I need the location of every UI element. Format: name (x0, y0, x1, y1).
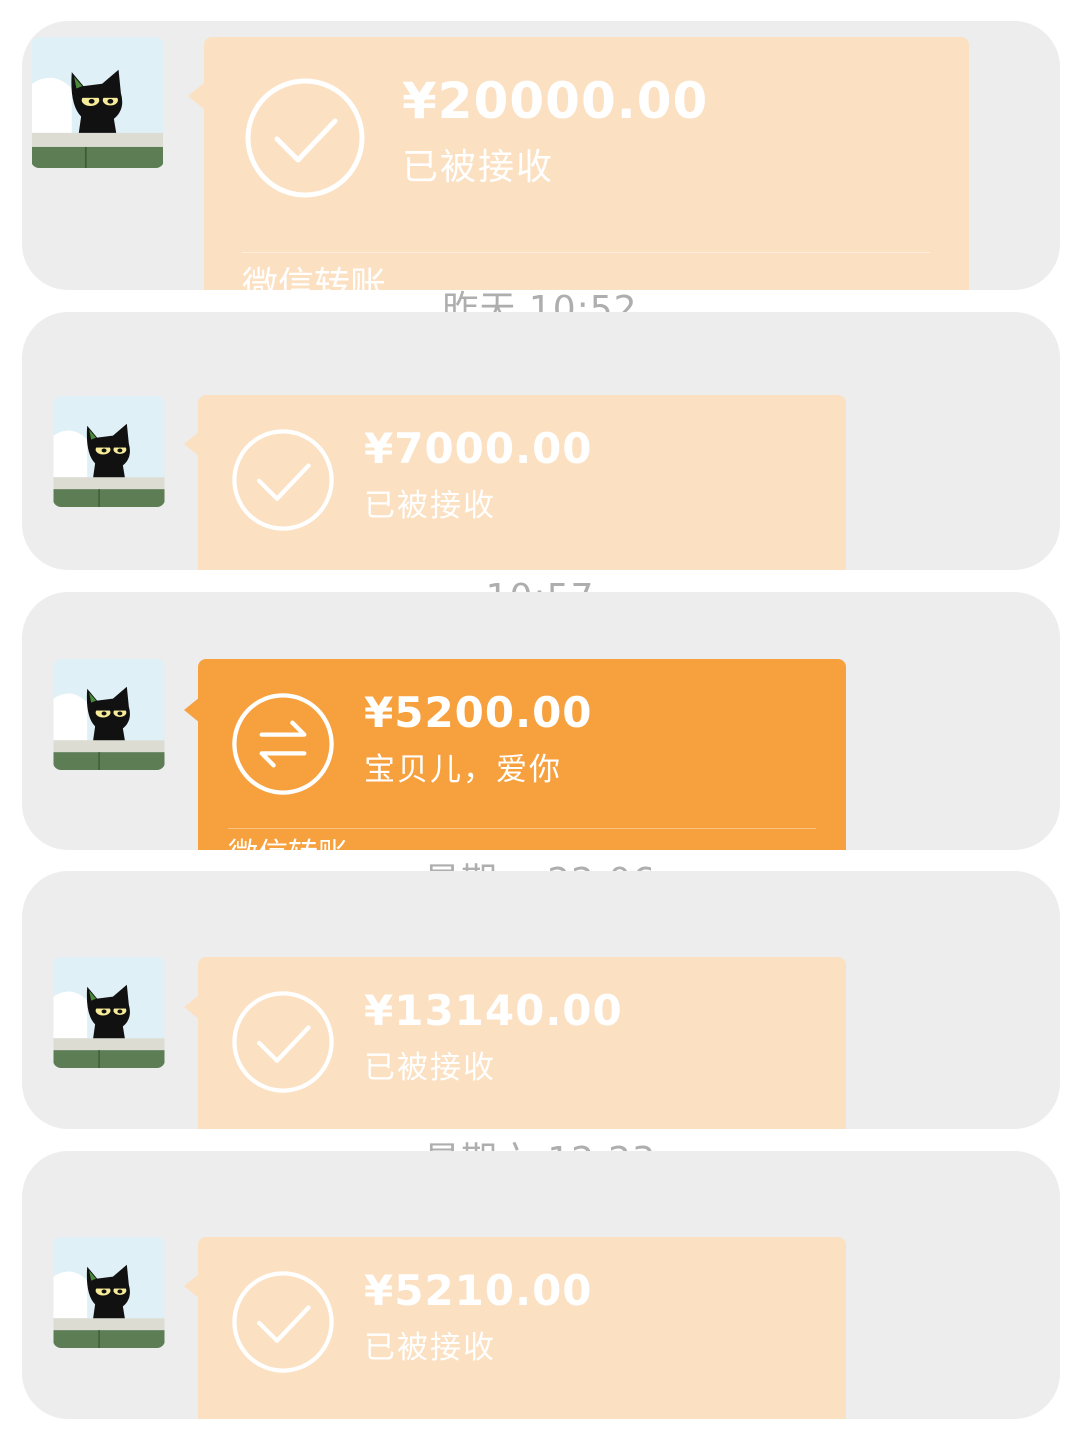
transfer-status: 已被接收 (364, 488, 496, 524)
message-timestamp: 10:57 (0, 578, 1080, 592)
transfer-status: 已被接收 (402, 147, 555, 188)
bubble-divider (242, 252, 930, 253)
transfer-bubble[interactable]: ¥13140.00 已被接收 (198, 957, 846, 1129)
transfer-amount: ¥5210.00 (364, 1266, 593, 1315)
transfer-bubble[interactable]: ¥7000.00 已被接收 (198, 395, 846, 570)
avatar[interactable] (53, 659, 165, 770)
check-circle-icon (231, 990, 335, 1094)
transfer-amount: ¥5200.00 (364, 688, 593, 737)
transfer-status: 已被接收 (364, 1050, 496, 1086)
transfer-card-2: ¥7000.00 已被接收 (22, 312, 1060, 570)
check-circle-icon (244, 77, 366, 199)
check-circle-icon (231, 1270, 335, 1374)
avatar[interactable] (53, 957, 165, 1068)
wechat-transfer-label: 微信转账 (242, 265, 387, 290)
transfer-card-5: ¥5210.00 已被接收 (22, 1151, 1060, 1419)
transfer-note: 宝贝儿，爱你 (364, 752, 562, 788)
transfer-bubble[interactable]: ¥20000.00 已被接收 微信转账 (204, 37, 969, 290)
message-timestamp: 星期一 22:06 (0, 850, 1080, 871)
cat-avatar-image (53, 957, 165, 1068)
transfer-card-1: ¥20000.00 已被接收 微信转账 (22, 21, 1060, 290)
bubble-tail (188, 83, 204, 109)
message-timestamp: 昨天 10:52 (442, 290, 638, 312)
transfer-bubble[interactable]: ¥5210.00 已被接收 (198, 1237, 846, 1419)
check-circle-icon (231, 428, 335, 532)
cat-avatar-image (32, 37, 163, 168)
transfer-arrows-icon (231, 692, 335, 796)
transfer-card-4: ¥13140.00 已被接收 (22, 871, 1060, 1129)
transfer-status: 已被接收 (364, 1330, 496, 1366)
transfer-amount: ¥20000.00 (402, 72, 709, 130)
wechat-transfer-label: 微信转账 (228, 837, 348, 850)
transfer-amount: ¥13140.00 (364, 986, 623, 1035)
message-timestamp: 星期六 12:23 (0, 1129, 1080, 1151)
cat-avatar-image (53, 1237, 165, 1348)
avatar[interactable] (31, 37, 164, 168)
cat-avatar-image (53, 659, 165, 770)
avatar[interactable] (53, 396, 165, 507)
cat-avatar-image (53, 396, 165, 507)
transfer-card-3: ¥5200.00 宝贝儿，爱你 微信转账 (22, 592, 1060, 850)
transfer-bubble[interactable]: ¥5200.00 宝贝儿，爱你 微信转账 (198, 659, 846, 850)
transfer-amount: ¥7000.00 (364, 424, 593, 473)
avatar[interactable] (53, 1237, 165, 1348)
bubble-divider (228, 828, 816, 829)
